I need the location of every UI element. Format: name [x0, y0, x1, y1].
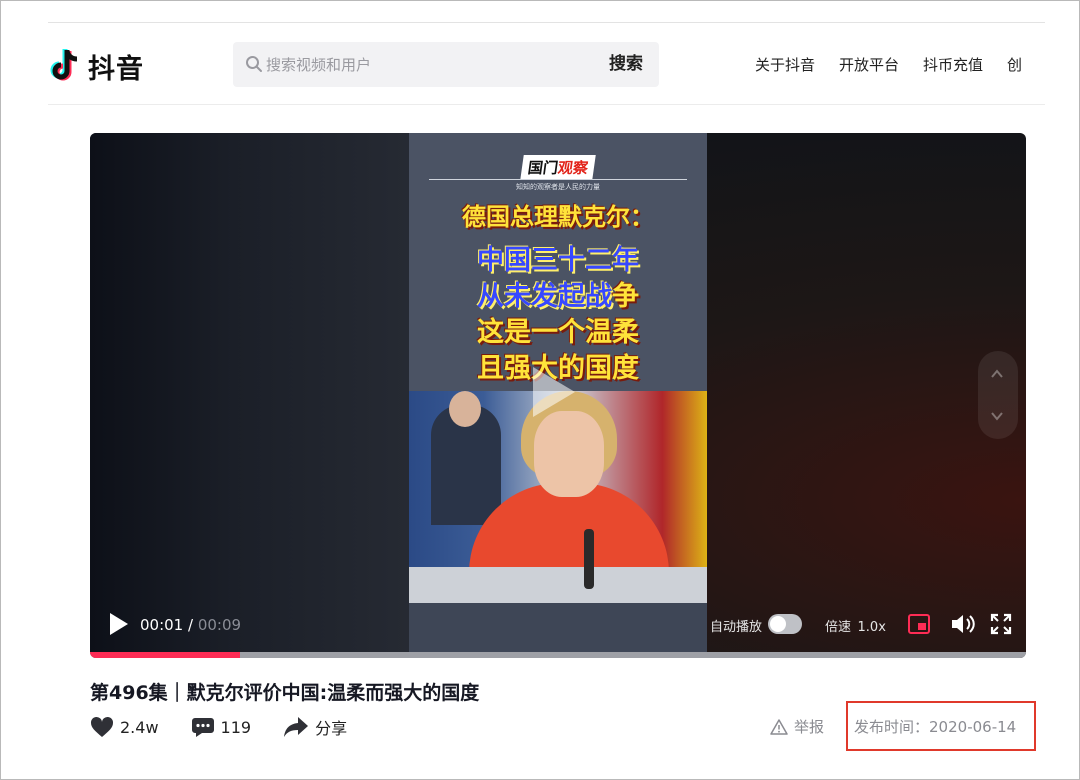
playback-time: 00:01 / 00:09 — [140, 616, 241, 634]
play-icon[interactable] — [108, 612, 130, 636]
top-nav: 关于抖音 开放平台 抖币充值 创 — [755, 54, 1045, 78]
logo-text: 抖音 — [88, 53, 144, 85]
search-icon — [246, 56, 262, 72]
time-separator: / — [183, 616, 198, 634]
caption-line: 中国三十二年 — [477, 245, 639, 276]
nav-recharge[interactable]: 抖币充值 — [923, 54, 983, 75]
publish-date: 2020-06-14 — [929, 718, 1017, 736]
share-label: 分享 — [315, 719, 348, 738]
publish-info: 发布时间：2020-06-14 — [854, 716, 1016, 737]
speed-control[interactable]: 倍速 1.0x — [825, 616, 886, 635]
search-bar: 搜索 — [233, 42, 659, 87]
photo-desk — [409, 567, 707, 603]
picture-in-picture-icon[interactable] — [908, 614, 930, 634]
fullscreen-icon[interactable] — [990, 613, 1012, 635]
photo-background-head — [449, 391, 481, 427]
speed-label: 倍速 — [825, 620, 852, 635]
duration: 00:09 — [197, 616, 242, 634]
heart-icon — [90, 716, 114, 737]
search-button[interactable]: 搜索 — [609, 42, 643, 87]
top-divider — [48, 22, 1045, 23]
video-actions: 2.4w 119 分享 — [90, 714, 379, 740]
video-caption: 中国三十二年 从未发起战争 这是一个温柔 且强大的国度 — [409, 243, 707, 387]
photo-microphone — [584, 529, 594, 589]
like-count: 2.4w — [120, 717, 159, 737]
video-brand: 国门观察 — [409, 155, 707, 180]
autoplay-label: 自动播放 — [710, 620, 763, 635]
chevron-up-icon[interactable] — [990, 367, 1004, 381]
brand-subtitle: 知知的观察者是人民的力量 — [429, 179, 687, 192]
report-button[interactable]: 举报 — [770, 716, 824, 737]
caption-line: 从未发起战争 — [477, 281, 639, 312]
video-switcher — [978, 351, 1018, 439]
brand-part-1: 国门 — [526, 159, 560, 177]
current-time: 00:01 — [140, 616, 184, 634]
video-headline: 德国总理默克尔： — [462, 203, 654, 231]
caption-line: 这是一个温柔 — [477, 317, 639, 348]
player-backdrop — [90, 133, 409, 653]
comment-icon — [191, 718, 214, 737]
search-input[interactable] — [266, 42, 566, 87]
brand-part-2: 观察 — [556, 159, 590, 177]
nav-open-platform[interactable]: 开放平台 — [839, 54, 899, 75]
photo-face — [534, 411, 604, 497]
speed-value: 1.0x — [857, 620, 886, 635]
autoplay-toggle[interactable] — [768, 614, 802, 634]
volume-icon[interactable] — [950, 613, 976, 635]
header: 抖音 搜索 关于抖音 开放平台 抖币充值 创 — [48, 24, 1045, 105]
douyin-logo-icon — [50, 49, 78, 81]
nav-creator[interactable]: 创 — [1007, 54, 1022, 75]
player-controls: 00:01 / 00:09 自动播放 倍速 1.0x — [90, 603, 1026, 653]
progress-fill — [90, 652, 240, 658]
video-photo — [409, 391, 707, 603]
toggle-knob — [770, 616, 786, 632]
video-player[interactable]: 国门观察 知知的观察者是人民的力量 德国总理默克尔： 中国三十二年 从未发起战争… — [90, 133, 1026, 658]
publish-label: 发布时间： — [854, 718, 930, 736]
like-button[interactable]: 2.4w — [90, 716, 159, 738]
share-button[interactable]: 分享 — [283, 715, 347, 739]
progress-bar[interactable] — [90, 652, 1026, 658]
video-title: 第496集｜默克尔评价中国:温柔而强大的国度 — [90, 682, 480, 704]
nav-about[interactable]: 关于抖音 — [755, 54, 815, 75]
warning-icon — [770, 718, 788, 735]
comment-button[interactable]: 119 — [191, 716, 252, 738]
report-label: 举报 — [794, 718, 825, 736]
share-icon — [284, 717, 309, 737]
chevron-down-icon[interactable] — [990, 409, 1004, 423]
center-play-icon[interactable] — [533, 367, 575, 417]
douyin-logo[interactable]: 抖音 — [48, 46, 144, 86]
comment-count: 119 — [220, 717, 252, 737]
